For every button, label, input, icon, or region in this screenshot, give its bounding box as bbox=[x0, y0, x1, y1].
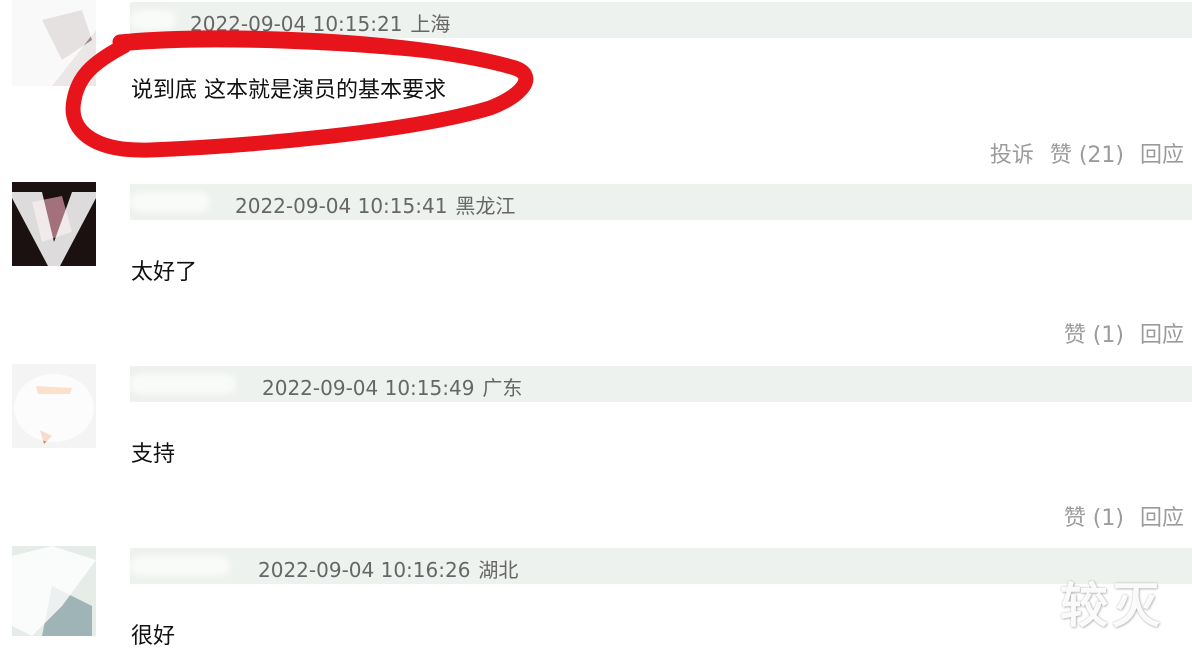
username-redacted[interactable] bbox=[130, 374, 236, 394]
username-redacted[interactable] bbox=[130, 192, 210, 212]
comment-text: 支持 bbox=[131, 442, 176, 467]
comment-text: 说到底 这本就是演员的基本要求 bbox=[131, 78, 446, 103]
comment-timestamp: 2022-09-04 10:15:21 bbox=[190, 12, 403, 36]
comment-timestamp: 2022-09-04 10:15:41 bbox=[235, 194, 448, 218]
comment-location: 广东 bbox=[482, 376, 523, 400]
comment-timestamp: 2022-09-04 10:15:49 bbox=[262, 376, 475, 400]
reply-button[interactable]: 回应 bbox=[1140, 323, 1184, 348]
like-button[interactable]: 赞 (1) bbox=[1064, 506, 1124, 531]
report-button[interactable]: 投诉 bbox=[990, 143, 1034, 168]
comment-meta: 2022-09-04 10:15:41 黑龙江 bbox=[235, 190, 515, 219]
username-redacted[interactable] bbox=[130, 10, 176, 30]
username-redacted[interactable] bbox=[130, 556, 230, 576]
avatar[interactable] bbox=[12, 546, 96, 636]
reply-button[interactable]: 回应 bbox=[1140, 506, 1184, 531]
avatar[interactable] bbox=[12, 182, 96, 266]
comment-location: 上海 bbox=[410, 12, 451, 36]
comment-meta: 2022-09-04 10:16:26 湖北 bbox=[258, 554, 518, 583]
like-button[interactable]: 赞 (1) bbox=[1064, 323, 1124, 348]
comment-meta: 2022-09-04 10:15:21 上海 bbox=[190, 8, 450, 37]
comment-meta-bar: 2022-09-04 10:15:41 黑龙江 bbox=[130, 184, 1192, 220]
comment-actions: 赞 (1) 回应 bbox=[1048, 500, 1184, 532]
comment-timestamp: 2022-09-04 10:16:26 bbox=[258, 558, 471, 582]
reply-button[interactable]: 回应 bbox=[1140, 143, 1184, 168]
comment-actions: 投诉赞 (21) 回应 bbox=[974, 137, 1184, 169]
comment-meta-bar: 2022-09-04 10:15:49 广东 bbox=[130, 366, 1192, 402]
comment-location: 湖北 bbox=[478, 558, 519, 582]
watermark: 较灭 bbox=[1060, 578, 1165, 634]
like-button[interactable]: 赞 (21) bbox=[1050, 143, 1124, 168]
avatar[interactable] bbox=[12, 0, 96, 86]
comment-actions: 赞 (1) 回应 bbox=[1048, 317, 1184, 349]
comment-text: 太好了 bbox=[131, 260, 198, 285]
comment-meta-bar: 2022-09-04 10:15:21 上海 bbox=[130, 2, 1192, 38]
comment-meta: 2022-09-04 10:15:49 广东 bbox=[262, 372, 522, 401]
comment-text: 很好 bbox=[131, 624, 176, 649]
avatar[interactable] bbox=[12, 364, 96, 448]
comment-location: 黑龙江 bbox=[455, 194, 516, 218]
comment-meta-bar: 2022-09-04 10:16:26 湖北 bbox=[130, 548, 1192, 584]
